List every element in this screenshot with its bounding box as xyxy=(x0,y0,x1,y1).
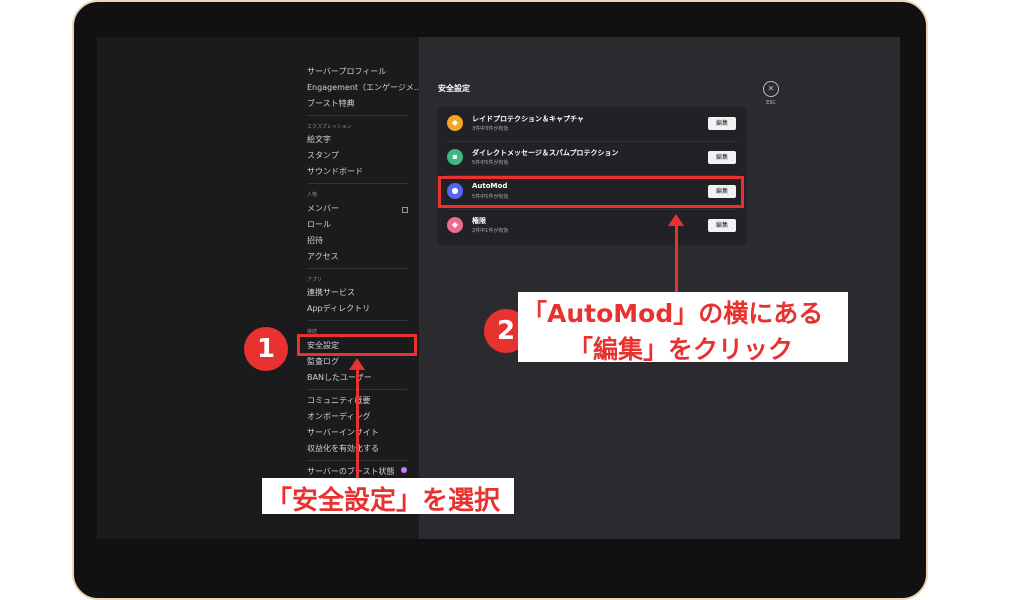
sidebar-item-emoji[interactable]: 絵文字 xyxy=(307,134,331,145)
edit-button[interactable]: 編集 xyxy=(708,117,736,130)
sidebar-item-onboarding[interactable]: オンボーディング xyxy=(307,411,370,422)
row-status: 3件中3件が有効 xyxy=(472,126,509,132)
chat-icon: ▪ xyxy=(447,149,463,165)
sidebar-divider xyxy=(307,268,407,269)
edit-button[interactable]: 編集 xyxy=(708,151,736,164)
sidebar-item-engagement[interactable]: Engagement（エンゲージメ... xyxy=(307,82,422,93)
sidebar-item-server-profile[interactable]: サーバープロフィール xyxy=(307,66,386,77)
settings-sidebar: サーバープロフィール Engagement（エンゲージメ... ブースト特典 エ… xyxy=(97,37,422,539)
sidebar-item-boost-perks[interactable]: ブースト特典 xyxy=(307,98,355,109)
external-link-icon xyxy=(402,207,408,213)
edit-button[interactable]: 編集 xyxy=(708,219,736,232)
safety-setup-highlight xyxy=(297,334,417,356)
step2-arrow-head xyxy=(668,214,684,226)
sidebar-item-server-insights[interactable]: サーバーインサイト xyxy=(307,427,379,438)
step1-arrow-head xyxy=(349,358,365,370)
sidebar-item-members[interactable]: メンバー xyxy=(307,203,339,214)
sidebar-item-soundboard[interactable]: サウンドボード xyxy=(307,166,363,177)
esc-label: ESC xyxy=(766,100,776,106)
step2-arrow-line xyxy=(675,224,678,296)
sidebar-item-boost-status[interactable]: サーバーのブースト状態 xyxy=(307,466,395,477)
page-title: 安全設定 xyxy=(438,84,470,93)
sidebar-divider xyxy=(307,115,407,116)
row-name: ダイレクトメッセージ＆スパムプロテクション xyxy=(472,149,619,157)
sidebar-item-community-overview[interactable]: コミュニティ概要 xyxy=(307,395,371,406)
step1-number-badge: 1 xyxy=(244,327,288,371)
row-status: 2件中1件が有効 xyxy=(472,228,509,234)
sidebar-item-bans[interactable]: BANしたユーザー xyxy=(307,372,372,383)
row-name: 権限 xyxy=(472,217,486,225)
sidebar-item-invites[interactable]: 招待 xyxy=(307,235,323,246)
row-status: 5件中5件が有効 xyxy=(472,160,509,166)
shield-icon: ◆ xyxy=(447,115,463,131)
row-name: レイドプロテクション＆キャプチャ xyxy=(472,115,584,123)
safety-setup-panel: 安全設定 ✕ ESC ◆ レイドプロテクション＆キャプチャ 3件中3件が有効 編… xyxy=(419,37,900,539)
step1-instruction: 「安全設定」を選択 xyxy=(266,486,501,516)
close-icon[interactable]: ✕ xyxy=(763,81,779,97)
boost-gem-icon xyxy=(401,467,407,473)
list-item-permissions[interactable]: ◆ 権限 2件中1件が有効 編集 xyxy=(438,209,746,243)
sidebar-divider xyxy=(307,183,407,184)
sidebar-item-integrations[interactable]: 連携サービス xyxy=(307,287,355,298)
sidebar-item-app-directory[interactable]: Appディレクトリ xyxy=(307,303,370,314)
step2-instruction-line1: 「AutoMod」の横にある xyxy=(522,299,824,328)
list-item-dm-spam-protection[interactable]: ▪ ダイレクトメッセージ＆スパムプロテクション 5件中5件が有効 編集 xyxy=(438,141,746,175)
sidebar-divider xyxy=(307,320,407,321)
sidebar-header-apps: アプリ xyxy=(307,277,323,283)
step2-instruction-line2: 「編集」をクリック xyxy=(568,335,794,364)
sidebar-header-people: 人物 xyxy=(307,192,318,198)
lock-shield-icon: ◆ xyxy=(447,217,463,233)
step1-arrow-line xyxy=(356,368,359,478)
automod-highlight xyxy=(438,176,744,208)
sidebar-header-expressions: エクスプレッション xyxy=(307,124,352,130)
sidebar-item-audit-log[interactable]: 監査ログ xyxy=(307,356,339,367)
sidebar-item-roles[interactable]: ロール xyxy=(307,219,331,230)
sidebar-item-monetization[interactable]: 収益化を有効化する xyxy=(307,443,379,454)
sidebar-item-access[interactable]: アクセス xyxy=(307,251,339,262)
list-item-raid-protection[interactable]: ◆ レイドプロテクション＆キャプチャ 3件中3件が有効 編集 xyxy=(438,107,746,141)
app-screen: サーバープロフィール Engagement（エンゲージメ... ブースト特典 エ… xyxy=(97,37,900,539)
sidebar-item-stickers[interactable]: スタンプ xyxy=(307,150,339,161)
